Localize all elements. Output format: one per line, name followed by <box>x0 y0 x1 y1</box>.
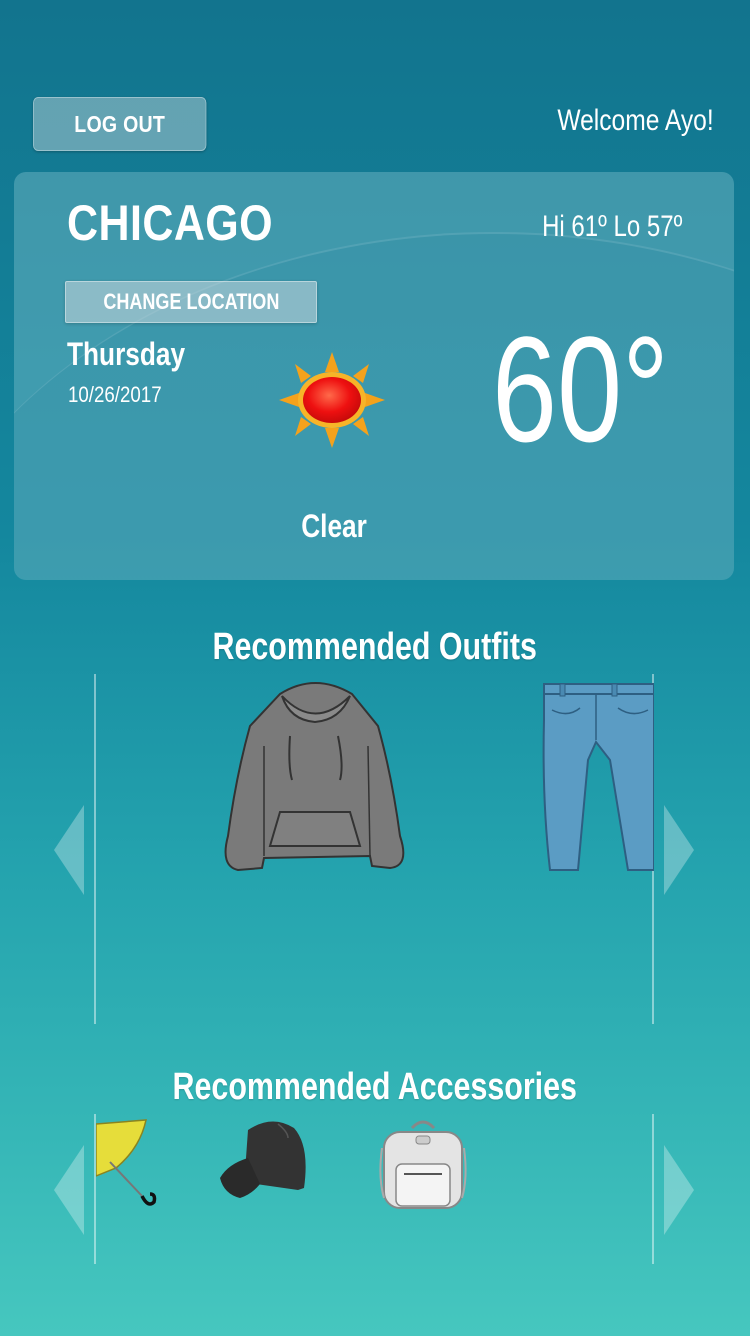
weather-condition-label: Clear <box>301 508 367 544</box>
backpack-icon[interactable] <box>376 1118 470 1212</box>
accessories-carousel-right-edge <box>652 1114 654 1264</box>
umbrella-icon[interactable] <box>96 1118 158 1210</box>
accessories-title-label: Recommended Accessories <box>172 1066 578 1108</box>
logout-label: LOG OUT <box>74 110 166 137</box>
city-name: CHICAGO <box>67 195 274 251</box>
accessories-next-arrow[interactable] <box>664 1145 694 1235</box>
change-location-button[interactable]: CHANGE LOCATION <box>65 281 317 323</box>
weather-condition: Clear <box>14 508 654 545</box>
outfits-prev-arrow[interactable] <box>54 805 84 895</box>
sun-icon <box>279 352 385 448</box>
hoodie-icon[interactable] <box>220 676 410 872</box>
change-location-label: CHANGE LOCATION <box>102 289 280 314</box>
accessories-prev-arrow[interactable] <box>54 1145 84 1235</box>
cap-icon[interactable] <box>218 1118 310 1204</box>
date: 10/26/2017 <box>68 382 162 407</box>
welcome-message: Welcome Ayo! <box>557 104 714 137</box>
accessories-title: Recommended Accessories <box>0 1066 750 1109</box>
logout-button[interactable]: LOG OUT <box>33 97 207 151</box>
outfits-next-arrow[interactable] <box>664 805 694 895</box>
weekday: Thursday <box>67 336 186 372</box>
jeans-icon[interactable] <box>540 680 654 872</box>
current-temperature: 60° <box>492 305 669 473</box>
outfits-carousel-left-edge <box>94 674 96 1024</box>
outfits-title-label: Recommended Outfits <box>212 626 538 668</box>
outfits-title: Recommended Outfits <box>0 626 750 669</box>
hi-lo-temperature: Hi 61º Lo 57º <box>541 210 682 243</box>
weather-card: CHICAGO Hi 61º Lo 57º CHANGE LOCATION Th… <box>14 172 734 580</box>
